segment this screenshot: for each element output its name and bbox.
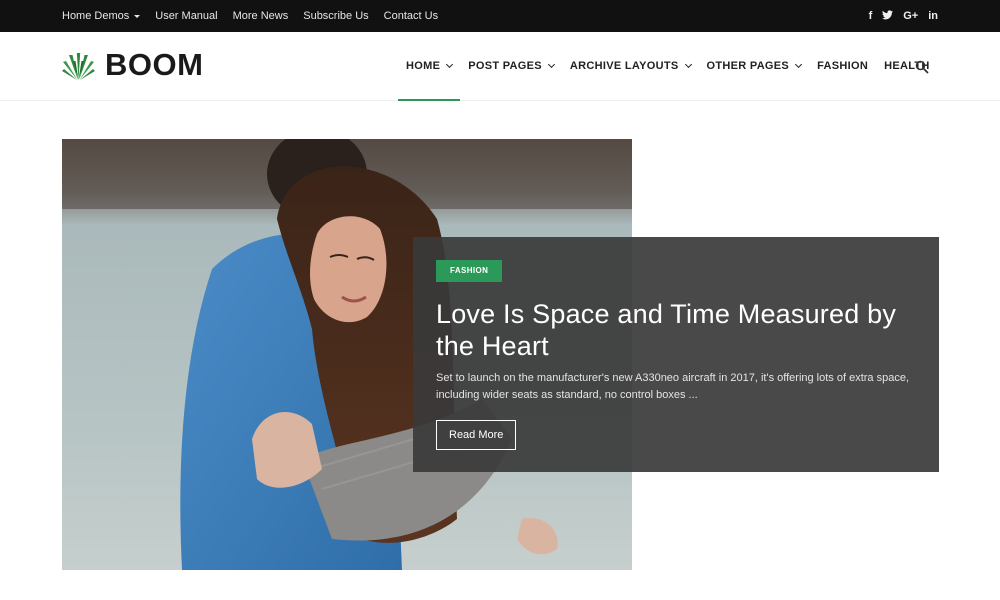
top-bar: Home Demos User Manual More News Subscri… bbox=[0, 0, 1000, 32]
read-more-button[interactable]: Read More bbox=[436, 420, 517, 450]
topnav-more-news[interactable]: More News bbox=[233, 10, 289, 22]
logo-text: BOOM bbox=[105, 47, 204, 82]
facebook-icon[interactable]: f bbox=[869, 10, 873, 22]
post-excerpt: Set to launch on the manufacturer's new … bbox=[436, 372, 909, 401]
nav-fashion[interactable]: FASHION bbox=[809, 32, 876, 100]
chevron-down-icon bbox=[547, 60, 555, 69]
chevron-down-icon bbox=[684, 60, 692, 69]
social-links: f G+ in bbox=[859, 0, 938, 32]
nav-label: OTHER PAGES bbox=[706, 60, 790, 72]
chevron-down-icon bbox=[446, 60, 454, 69]
aloe-leaf-icon bbox=[62, 53, 95, 80]
topnav-contact-us[interactable]: Contact Us bbox=[384, 10, 438, 22]
chevron-down-icon bbox=[795, 60, 803, 69]
topnav-user-manual[interactable]: User Manual bbox=[155, 10, 217, 22]
nav-label: FASHION bbox=[817, 60, 869, 72]
topnav-subscribe-us[interactable]: Subscribe Us bbox=[303, 10, 368, 22]
nav-label: ARCHIVE LAYOUTS bbox=[569, 60, 679, 72]
main-nav: HOME POST PAGES ARCHIVE LAYOUTS OTHER PA… bbox=[398, 32, 938, 101]
site-logo[interactable]: BOOM bbox=[62, 49, 203, 81]
topnav-home-demos[interactable]: Home Demos bbox=[62, 10, 141, 22]
nav-home[interactable]: HOME bbox=[398, 32, 461, 101]
linkedin-icon[interactable]: in bbox=[928, 10, 938, 22]
nav-archive-layouts[interactable]: ARCHIVE LAYOUTS bbox=[562, 32, 699, 100]
featured-post-card: FASHION Love Is Space and Time Measured … bbox=[413, 237, 939, 472]
caret-down-icon bbox=[134, 14, 141, 18]
topnav-label: Home Demos bbox=[62, 10, 130, 22]
nav-post-pages[interactable]: POST PAGES bbox=[460, 32, 562, 100]
nav-label: HOME bbox=[406, 60, 441, 72]
top-nav: Home Demos User Manual More News Subscri… bbox=[62, 0, 453, 32]
category-badge[interactable]: FASHION bbox=[436, 260, 503, 282]
twitter-icon[interactable] bbox=[882, 9, 894, 23]
nav-other-pages[interactable]: OTHER PAGES bbox=[699, 32, 810, 100]
google-plus-icon[interactable]: G+ bbox=[903, 10, 918, 22]
search-icon[interactable] bbox=[915, 60, 929, 74]
nav-label: POST PAGES bbox=[468, 60, 542, 72]
site-header: BOOM HOME POST PAGES ARCHIVE LAYOUTS OTH… bbox=[0, 32, 1000, 101]
post-title[interactable]: Love Is Space and Time Measured by the H… bbox=[436, 298, 916, 362]
